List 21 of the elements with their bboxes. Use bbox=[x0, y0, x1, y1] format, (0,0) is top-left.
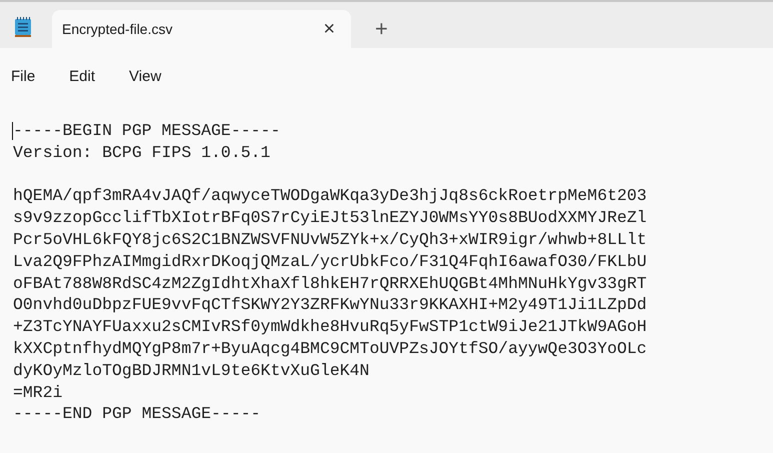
menu-item[interactable]: File bbox=[2, 64, 44, 88]
text-line: Pcr5oVHL6kFQY8jc6S2C1BNZWSVFNUvW5ZYk+x/CyQh3+xWIR9igr/whwb+8LLlt bbox=[13, 228, 648, 251]
text-line: oFBAt788W8RdSC4zM2ZgIdhtXhaXfl8hkEH7rQRRXEhUQGBt4MhMNuHkYgv33gRT bbox=[13, 272, 648, 294]
text-line: kXXCptnfhydMQYgP8m7r+ByuAqcg4BMC9CMToUVPZsJOYtfSO/ayywQe3O3YoOLc bbox=[13, 338, 648, 360]
text-line: hQEMA/qpf3mRA4vJAQf/aqwyceTWODgaWKqa3yDe3hjJq8s6ckRoetrpMeM6t203 bbox=[13, 185, 648, 208]
text-line: -----BEGIN PGP MESSAGE----- bbox=[13, 120, 282, 142]
text-line: Lva2Q9FPhzAIMmgidRxrDKoqjQMzaL/ycrUbkFco/F31Q4FqhI6awafO30/FKLbU bbox=[13, 250, 648, 273]
text-line: Version: BCPG FIPS 1.0.5.1 bbox=[13, 142, 272, 164]
notepad-icon bbox=[14, 16, 32, 38]
text-line: s9v9zzopGcclifTbXIotrBFq0S7rCyiEJt53lnEZYJ0WMsYY0s8BUodXXMYJReZl bbox=[13, 207, 648, 229]
new-tab-button[interactable]: + bbox=[371, 18, 392, 40]
close-button[interactable]: × bbox=[319, 19, 339, 39]
tab-title: Encrypted-file.csv bbox=[62, 21, 174, 37]
menu-item[interactable]: Edit bbox=[60, 64, 104, 88]
file-tab[interactable]: Encrypted-file.csv × bbox=[52, 10, 351, 48]
text-line: +Z3TcYNAYFUaxxu2sCMIvRSf0ymWdkhe8HvuRq5yFwSTP1ctW9iJe21JTkW9AGoH bbox=[13, 316, 648, 338]
text-line: -----END PGP MESSAGE----- bbox=[13, 403, 262, 426]
text-line: dyKOyMzloTOgBDJRMN1vL9te6KtvXuGleK4N bbox=[13, 360, 370, 382]
text-line: =MR2i bbox=[13, 382, 64, 404]
menu-item[interactable]: View bbox=[120, 64, 170, 88]
text-line: O0nvhd0uDbpzFUE9vvFqCTfSKWY2Y3ZRFKwYNu33r9KKAXHI+M2y49T1Ji1LZpDd bbox=[13, 294, 648, 316]
